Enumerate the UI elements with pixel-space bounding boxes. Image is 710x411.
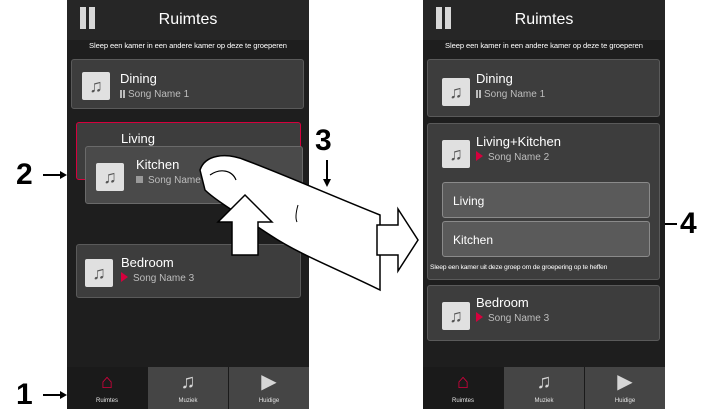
now-playing: Song Name 1: [476, 89, 545, 100]
callout-2: 2: [16, 158, 33, 191]
house-icon: ⌂: [456, 371, 470, 393]
phone-screen-after: Ruimtes Sleep een kamer in een andere ka…: [423, 0, 665, 409]
music-note-icon: ♫: [442, 302, 470, 330]
music-note-icon: ♫: [536, 371, 552, 393]
group-hint: Sleep een kamer in een andere kamer op d…: [445, 41, 643, 50]
room-card-dining[interactable]: ♫ Dining Song Name 1: [427, 59, 660, 117]
subroom-kitchen[interactable]: Kitchen: [442, 221, 650, 257]
room-group-living-kitchen[interactable]: ♫ Living+Kitchen Song Name 2 Living Kitc…: [427, 123, 660, 280]
now-playing: Song Name 3: [476, 312, 549, 324]
subroom-label: Kitchen: [453, 233, 494, 247]
next-step-arrow-icon: [376, 206, 419, 274]
play-icon: [476, 151, 483, 161]
room-name: Dining: [476, 71, 513, 86]
tab-bar: ⌂ Ruimtes ♫ Muziek ▶ Huidige: [423, 367, 665, 409]
callout-3: 3: [315, 124, 332, 157]
tab-label: Huidige: [614, 398, 636, 404]
play-icon: [476, 312, 483, 322]
music-note-icon: ♫: [442, 78, 470, 106]
app-header: Ruimtes: [423, 0, 665, 40]
pause-icon: [476, 90, 478, 98]
finger-hand-icon: [199, 154, 381, 292]
tab-muziek[interactable]: ♫ Muziek: [504, 367, 584, 409]
tab-ruimtes[interactable]: ⌂ Ruimtes: [423, 367, 503, 409]
ungroup-hint: Sleep een kamer uit deze groep om de gro…: [430, 264, 608, 271]
music-note-icon: ♫: [442, 140, 470, 168]
tab-huidige[interactable]: ▶ Huidige: [585, 367, 665, 409]
page-title: Ruimtes: [514, 11, 574, 28]
room-card-bedroom[interactable]: ♫ Bedroom Song Name 3: [427, 285, 660, 341]
now-playing: Song Name 2: [476, 151, 549, 163]
room-name: Living+Kitchen: [476, 134, 561, 149]
subroom-living[interactable]: Living: [442, 182, 650, 218]
tab-label: Muziek: [534, 398, 554, 404]
play-icon: ▶: [617, 371, 633, 393]
callout-4: 4: [680, 207, 697, 240]
subroom-label: Living: [453, 194, 485, 208]
callout-1: 1: [16, 378, 33, 411]
room-name: Bedroom: [476, 295, 529, 310]
tab-label: Ruimtes: [451, 398, 474, 404]
